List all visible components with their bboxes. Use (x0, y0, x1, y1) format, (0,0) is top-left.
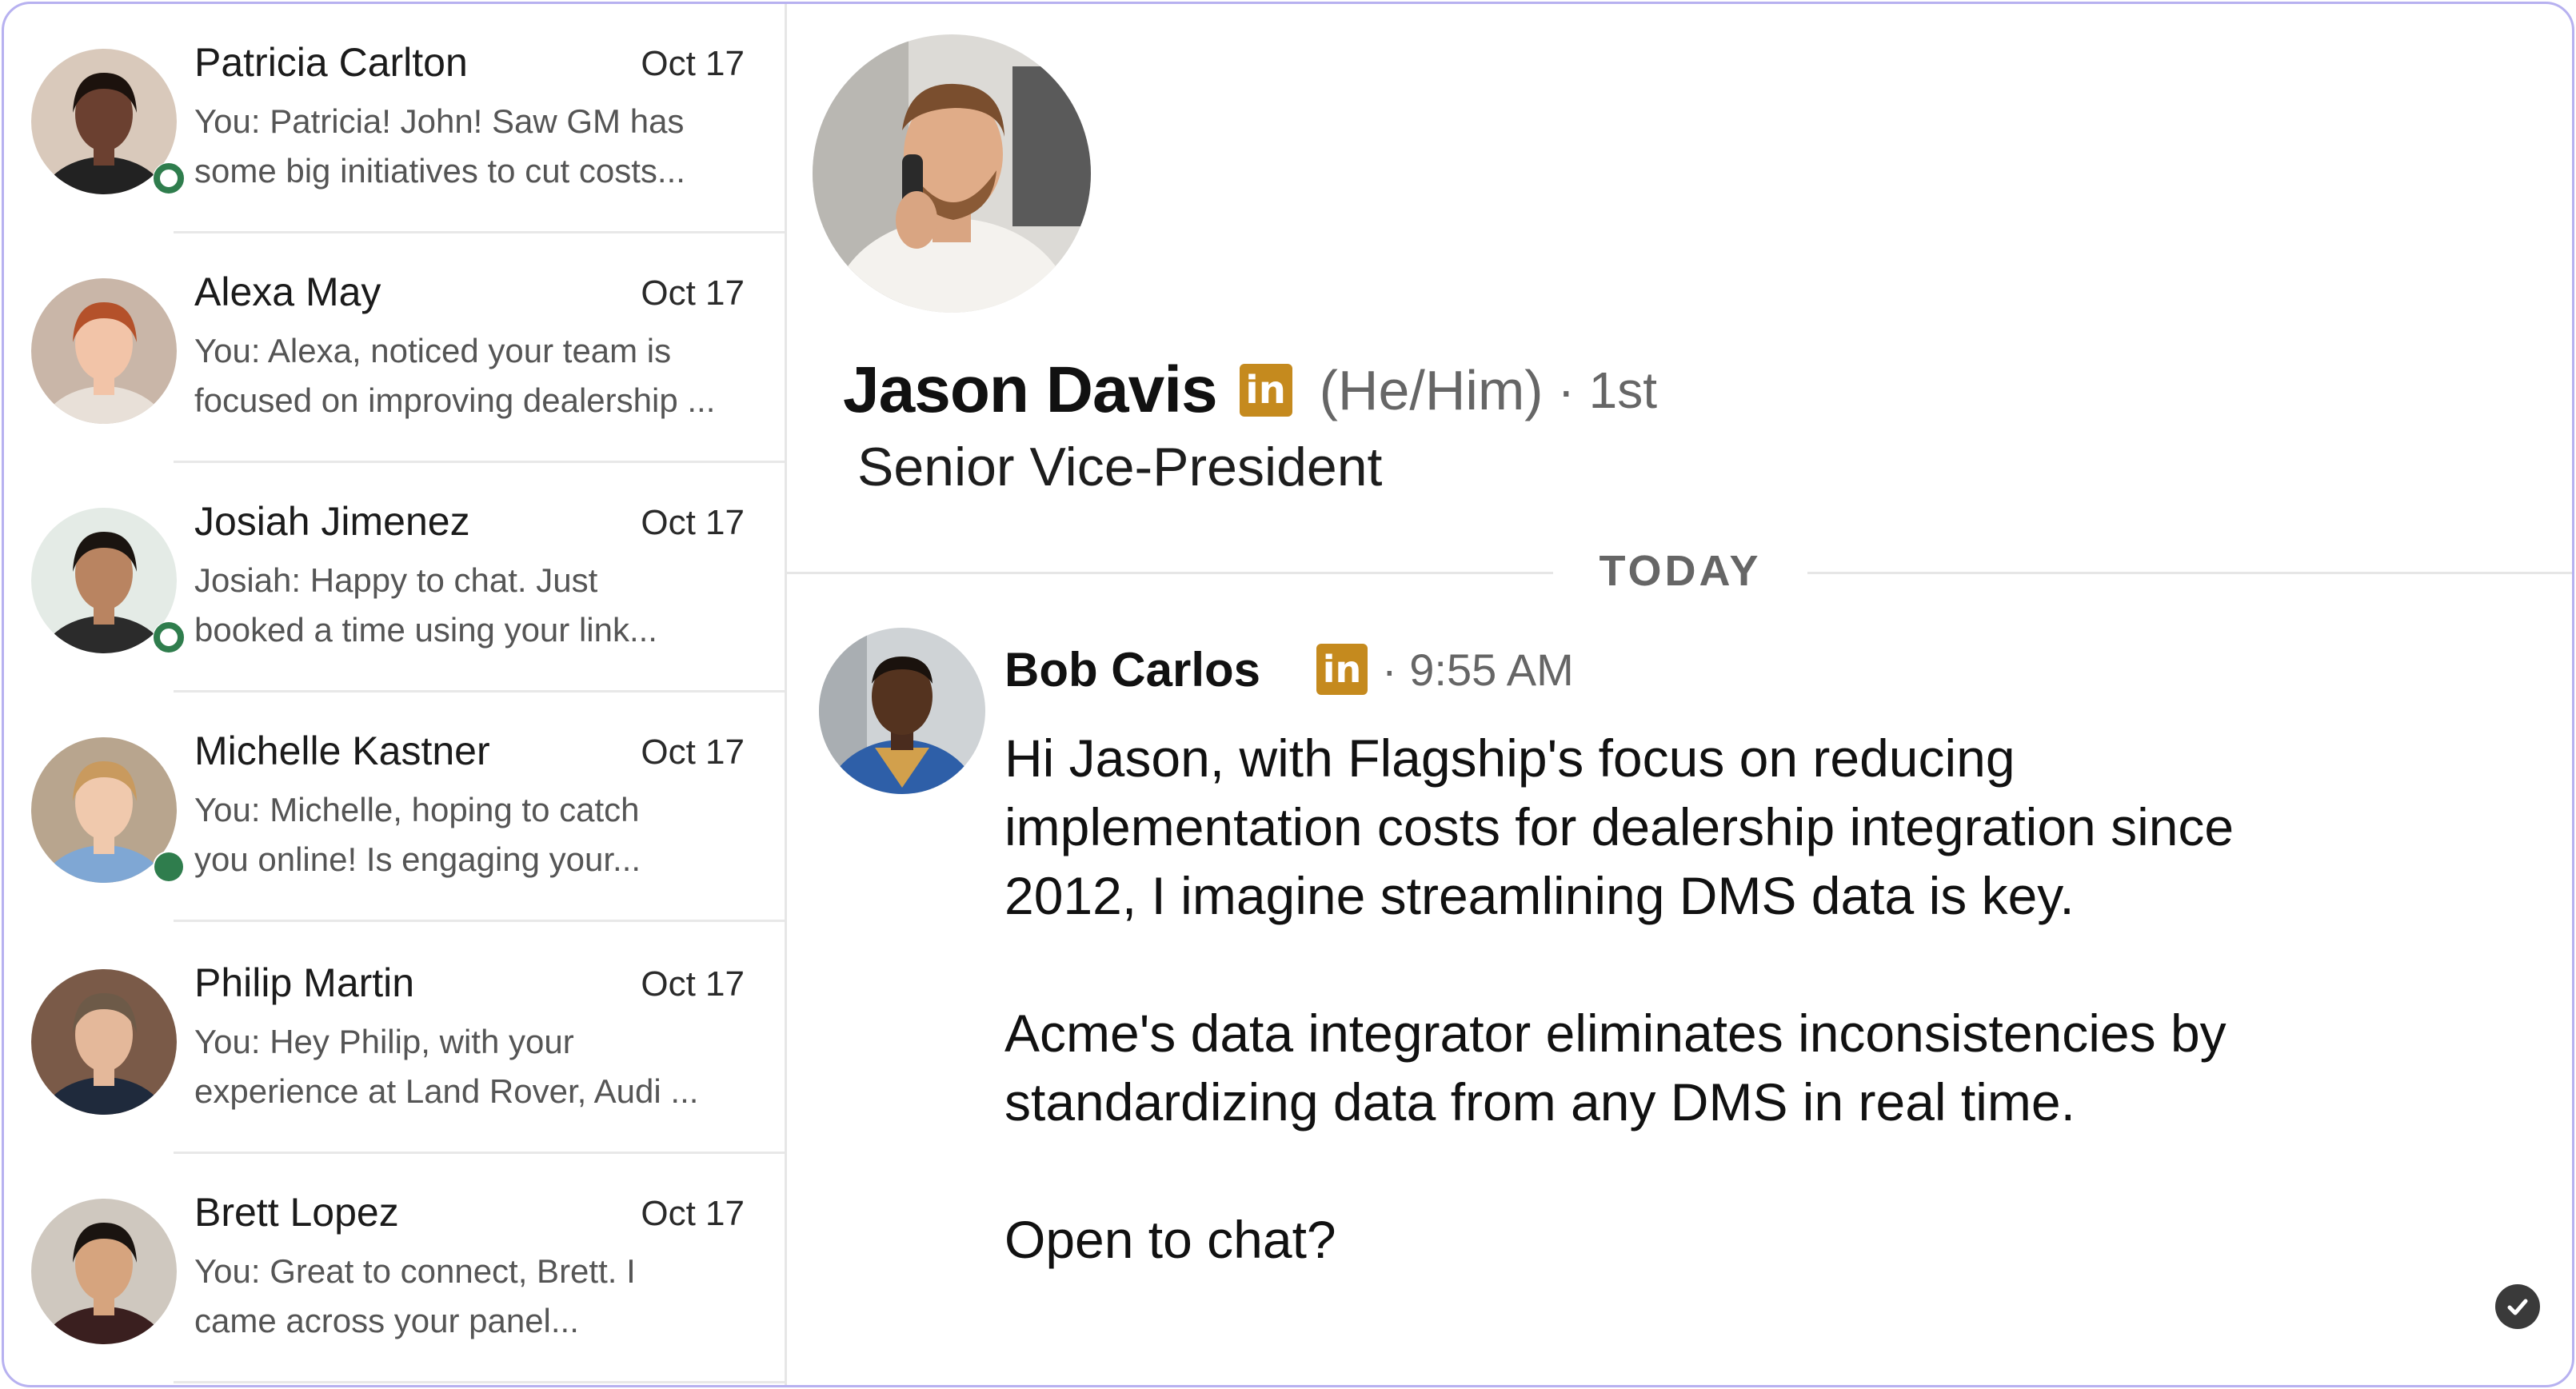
sender-avatar[interactable] (819, 628, 985, 794)
linkedin-icon: in (1316, 644, 1368, 695)
preview-line: booked a time using your link... (194, 611, 657, 649)
conversation-item[interactable]: Patricia Carlton Oct 17 You: Patricia! Joh… (4, 4, 785, 233)
row-divider (174, 1381, 785, 1383)
conversation-item[interactable]: Josiah Jimenez Oct 17 Josiah: Happy to cha… (4, 463, 785, 693)
conversation-date: Oct 17 (641, 1194, 745, 1233)
read-check-icon (2495, 1284, 2540, 1329)
contact-name: Alexa May (194, 269, 381, 314)
conversation-date: Oct 17 (641, 503, 745, 542)
conversation-item[interactable]: Michelle Kastner Oct 17 You: Michelle, hop… (4, 693, 785, 922)
profile-name[interactable]: Jason Davis (843, 353, 1218, 428)
message-header: Bob Carlos in · 9:55 AM (1004, 637, 1574, 701)
conversation-date: Oct 17 (641, 44, 745, 83)
conversation-list: Patricia Carlton Oct 17 You: Patricia! Joh… (4, 4, 787, 1385)
contact-avatar (31, 737, 185, 883)
message-preview: You: Michelle, hoping to catch you online… (194, 785, 738, 884)
contact-avatar (31, 508, 185, 653)
message-paragraph: Open to chat? (1004, 1210, 1336, 1269)
online-status-icon (153, 162, 185, 194)
connection-degree: · 1st (1557, 361, 1658, 419)
contact-avatar (31, 49, 185, 194)
message-body: Hi Jason, with Flagship's focus on reduc… (1004, 724, 2364, 1343)
conversation-date: Oct 17 (641, 964, 745, 1004)
message-paragraph: Hi Jason, with Flagship's focus on reduc… (1004, 728, 2235, 925)
contact-name: Michelle Kastner (194, 728, 490, 773)
preview-line: came across your panel... (194, 1302, 579, 1339)
message-preview: You: Hey Philip, with your experience at … (194, 1017, 738, 1116)
preview-line: experience at Land Rover, Audi ... (194, 1072, 699, 1110)
profile-header: Jason Davis in (He/Him) · 1st (843, 346, 1657, 434)
preview-line: You: Patricia! John! Saw GM has (194, 102, 685, 140)
active-status-icon (153, 851, 185, 883)
conversation-date: Oct 17 (641, 732, 745, 772)
row-divider (174, 920, 785, 922)
message-preview: Josiah: Happy to chat. Just booked a time… (194, 556, 738, 655)
conversation-date: Oct 17 (641, 273, 745, 313)
profile-avatar[interactable] (813, 34, 1091, 313)
message-preview: You: Great to connect, Brett. I came acro… (194, 1247, 738, 1346)
contact-avatar (31, 969, 177, 1115)
messaging-window: Patricia Carlton Oct 17 You: Patricia! Joh… (2, 2, 2574, 1387)
sender-name[interactable]: Bob Carlos (1004, 642, 1260, 697)
preview-line: You: Great to connect, Brett. I (194, 1252, 636, 1290)
contact-name: Josiah Jimenez (194, 499, 470, 544)
day-label: TODAY (1553, 546, 1807, 596)
contact-name: Brett Lopez (194, 1190, 399, 1235)
conversation-item[interactable]: Alexa May Oct 17 You: Alexa, noticed your … (4, 233, 785, 463)
preview-line: You: Alexa, noticed your team is (194, 332, 672, 369)
online-status-icon (153, 621, 185, 653)
conversation-item[interactable]: Brett Lopez Oct 17 You: Great to connect, … (4, 1154, 785, 1383)
contact-name: Patricia Carlton (194, 40, 468, 85)
contact-avatar (31, 1199, 177, 1344)
message-timestamp: · 9:55 AM (1382, 644, 1574, 695)
message-thread: Jason Davis in (He/Him) · 1st Senior Vic… (787, 4, 2572, 1385)
linkedin-icon: in (1239, 364, 1292, 417)
profile-pronouns: (He/Him) (1319, 359, 1544, 421)
message-paragraph: Acme's data integrator eliminates incons… (1004, 1004, 2227, 1132)
profile-headline: Senior Vice-President (857, 437, 1383, 497)
preview-line: Josiah: Happy to chat. Just (194, 561, 598, 599)
preview-line: focused on improving dealership ... (194, 381, 716, 419)
contact-avatar (31, 278, 177, 424)
message-preview: You: Alexa, noticed your team is focused … (194, 326, 738, 425)
contact-name: Philip Martin (194, 960, 415, 1005)
message-preview: You: Patricia! John! Saw GM has some big … (194, 97, 738, 196)
preview-line: You: Michelle, hoping to catch (194, 791, 640, 828)
preview-line: you online! Is engaging your... (194, 840, 641, 878)
preview-line: You: Hey Philip, with your (194, 1023, 574, 1060)
conversation-item[interactable]: Philip Martin Oct 17 You: Hey Philip, with… (4, 924, 785, 1154)
preview-line: some big initiatives to cut costs... (194, 152, 685, 190)
